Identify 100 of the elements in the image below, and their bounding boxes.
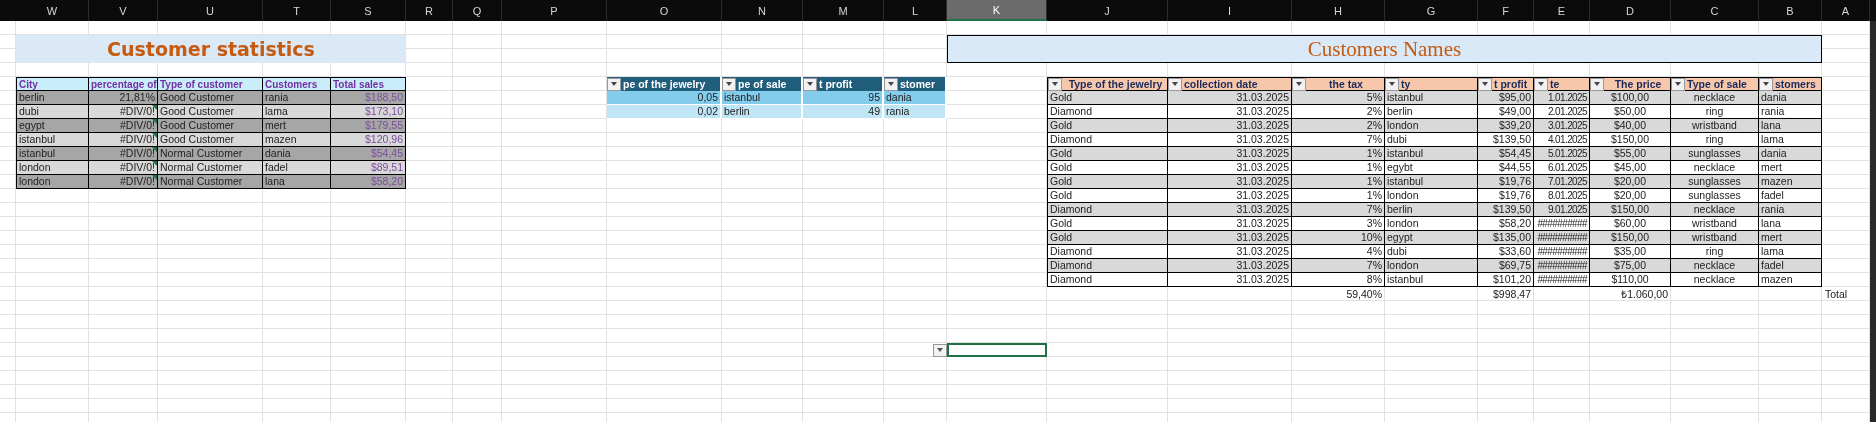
- caret-icon: [611, 82, 617, 86]
- table-header-cell: percentage of: [89, 77, 158, 91]
- table-cell: dania: [884, 91, 947, 105]
- caret-icon: [1594, 82, 1600, 86]
- table-cell: mazen: [1759, 175, 1822, 189]
- table-cell: 31.03.2025: [1168, 189, 1292, 203]
- table-cell: Gold: [1047, 91, 1168, 105]
- table-cell: $58,20: [1478, 217, 1534, 231]
- caret-icon: [726, 82, 732, 86]
- header-text: the tax: [1328, 77, 1364, 91]
- table-cell: $89,51: [331, 161, 406, 175]
- table-cell: rania: [1759, 203, 1822, 217]
- filter-button[interactable]: [1534, 77, 1548, 91]
- table-cell: lana: [1759, 217, 1822, 231]
- table-cell: #DIV/0!: [89, 133, 158, 147]
- table-cell: $110,00: [1590, 273, 1671, 287]
- table-cell: istanbul: [722, 91, 803, 105]
- table-cell: london: [1385, 189, 1478, 203]
- table-cell: #DIV/0!: [89, 119, 158, 133]
- filter-button[interactable]: [1478, 77, 1492, 91]
- table-cell: dubi: [16, 105, 89, 119]
- table-cell: #DIV/0!: [89, 105, 158, 119]
- table-cell: $150,00: [1590, 203, 1671, 217]
- table-cell: 7%: [1292, 259, 1385, 273]
- table-cell: mert: [1759, 161, 1822, 175]
- table-cell: dania: [1759, 147, 1822, 161]
- table-cell: fadel: [1759, 189, 1822, 203]
- table-cell: lama: [1759, 133, 1822, 147]
- table-cell: #DIV/0!: [89, 161, 158, 175]
- table-cell: 21,81%: [89, 91, 158, 105]
- caret-icon: [1052, 82, 1058, 86]
- filter-button[interactable]: [607, 77, 621, 91]
- table-cell: 8%: [1292, 273, 1385, 287]
- table-cell: Good Customer: [158, 133, 263, 147]
- filter-button[interactable]: [933, 343, 947, 357]
- table-cell: 7%: [1292, 203, 1385, 217]
- table-cell: rania: [263, 91, 331, 105]
- table-cell: $20,00: [1590, 175, 1671, 189]
- table-cell: istanbul: [1385, 147, 1478, 161]
- table-cell: 31.03.2025: [1168, 119, 1292, 133]
- total-cell-text: 59,40%: [1345, 287, 1383, 301]
- table-cell: 2.01.2025: [1534, 105, 1590, 119]
- filter-button[interactable]: [1671, 77, 1685, 91]
- table-cell: 1%: [1292, 147, 1385, 161]
- table-cell: london: [16, 161, 89, 175]
- table-cell: dubi: [1385, 245, 1478, 259]
- header-text: stomer: [900, 77, 936, 91]
- filter-button[interactable]: [1168, 77, 1182, 91]
- table-cell: $95,00: [1478, 91, 1534, 105]
- table-header-cell: Customers: [263, 77, 331, 91]
- table-cell: 31.03.2025: [1168, 231, 1292, 245]
- header-text: ty: [1401, 77, 1412, 91]
- table-cell: dubi: [1385, 133, 1478, 147]
- table-cell: Gold: [1047, 119, 1168, 133]
- filter-button[interactable]: [722, 77, 736, 91]
- filter-button[interactable]: [1048, 77, 1062, 91]
- selected-cell[interactable]: [947, 343, 1047, 357]
- table-cell: 31.03.2025: [1168, 133, 1292, 147]
- table-cell: egypt: [16, 119, 89, 133]
- table-cell: wristband: [1671, 119, 1759, 133]
- filter-button[interactable]: [1385, 77, 1399, 91]
- header-text: The price: [1613, 77, 1663, 91]
- table-cell: $173,10: [331, 105, 406, 119]
- table-cell: $179,55: [331, 119, 406, 133]
- filter-button[interactable]: [1292, 77, 1306, 91]
- header-text: t profit: [1494, 77, 1529, 91]
- header-text: pe of sale: [738, 77, 788, 91]
- table-cell: 31.03.2025: [1168, 203, 1292, 217]
- table-header-cell: Total sales: [331, 77, 406, 91]
- table-cell: $69,75: [1478, 259, 1534, 273]
- table-cell: $60,00: [1590, 217, 1671, 231]
- table-cell: $139,50: [1478, 203, 1534, 217]
- header-text: t profit: [819, 77, 854, 91]
- table-cell: $100,00: [1590, 91, 1671, 105]
- table-cell: 5%: [1292, 91, 1385, 105]
- table-cell: Good Customer: [158, 119, 263, 133]
- filter-button[interactable]: [1759, 77, 1773, 91]
- caret-icon: [1172, 82, 1178, 86]
- table-cell: $75,00: [1590, 259, 1671, 273]
- table-cell: london: [1385, 119, 1478, 133]
- table-cell: 1%: [1292, 189, 1385, 203]
- table-cell: $49,00: [1478, 105, 1534, 119]
- table-cell: Normal Customer: [158, 147, 263, 161]
- table-cell: 10%: [1292, 231, 1385, 245]
- table-cell: istanbul: [16, 133, 89, 147]
- table-cell: fadel: [1759, 259, 1822, 273]
- caret-icon: [1389, 82, 1395, 86]
- header-text: Type of the jewelry: [1067, 77, 1164, 91]
- filter-button[interactable]: [884, 77, 898, 91]
- filter-button[interactable]: [1590, 77, 1604, 91]
- table-cell: necklace: [1671, 259, 1759, 273]
- table-cell: egybt: [1385, 161, 1478, 175]
- table-cell: 3.01.2025: [1534, 119, 1590, 133]
- table-cell: $39,20: [1478, 119, 1534, 133]
- filter-button[interactable]: [803, 77, 817, 91]
- table-cell: 0,05: [607, 91, 722, 105]
- table-cell: 7%: [1292, 133, 1385, 147]
- column-header[interactable]: K: [947, 0, 1047, 21]
- table-cell: sunglasses: [1671, 175, 1759, 189]
- table-cell: london: [16, 175, 89, 189]
